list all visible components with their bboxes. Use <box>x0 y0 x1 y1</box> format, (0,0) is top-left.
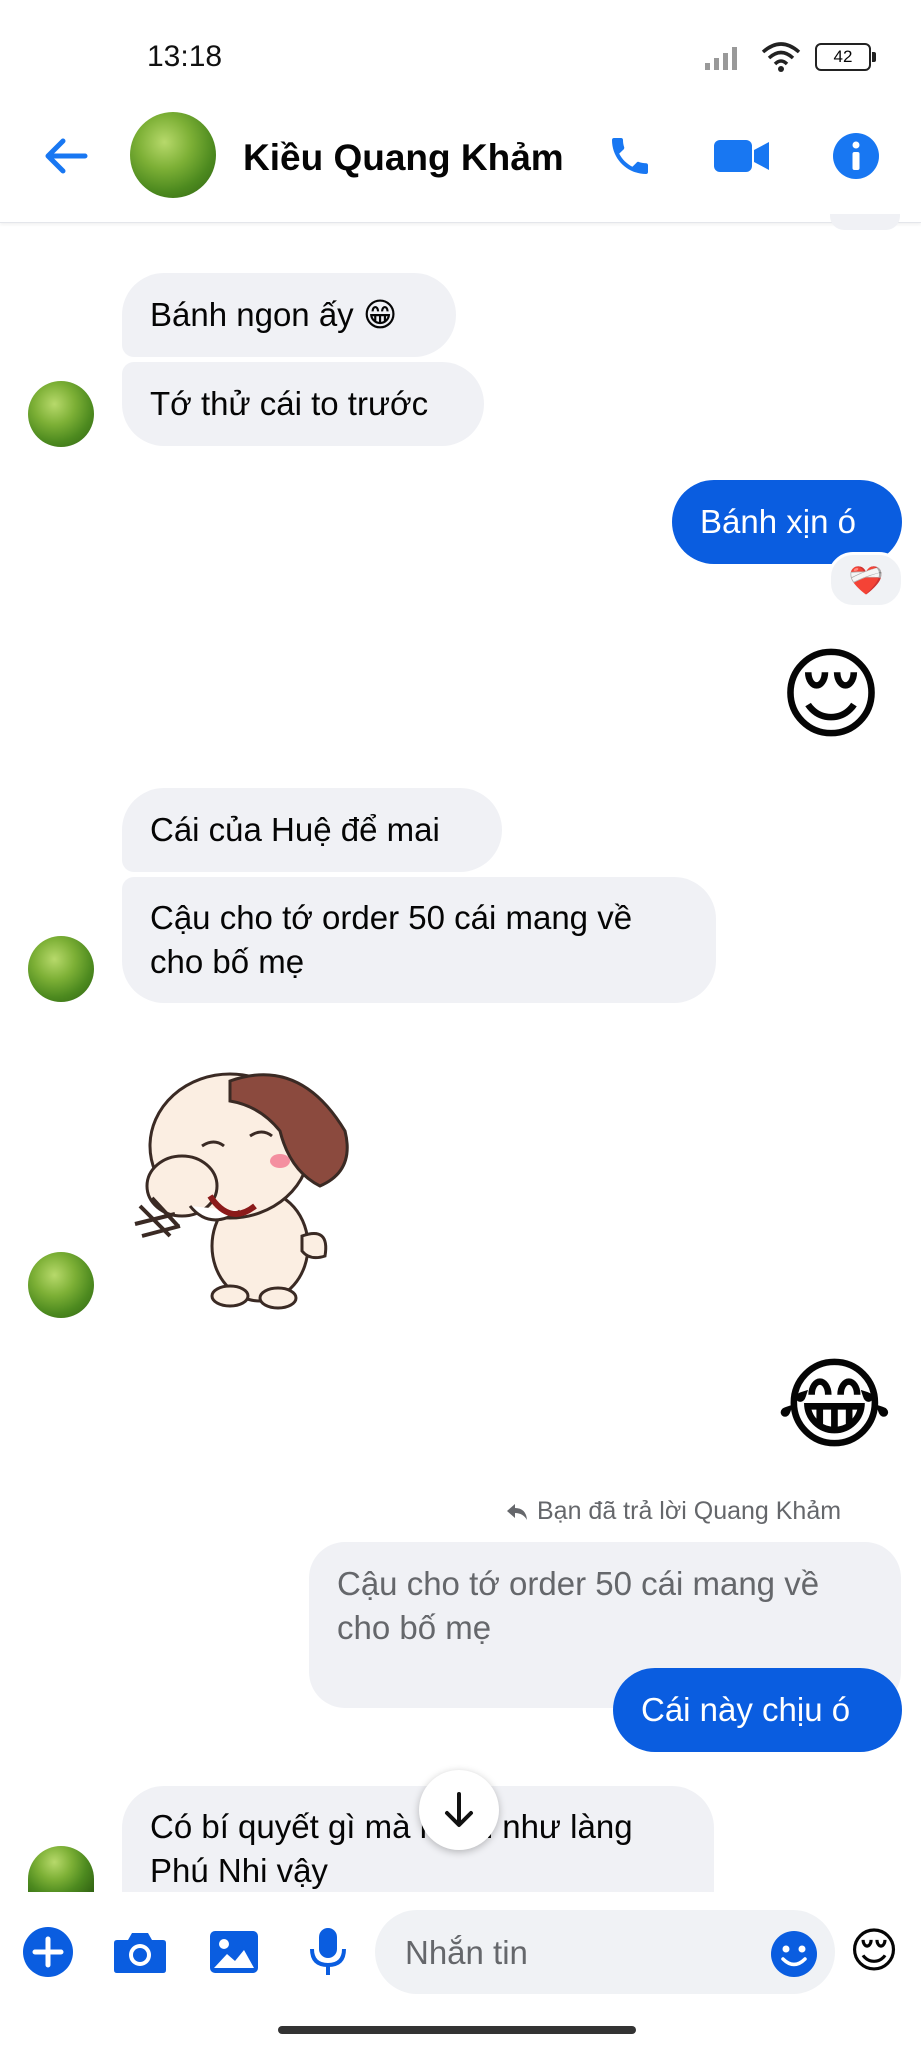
image-icon <box>210 1931 258 1973</box>
wifi-icon <box>761 42 801 72</box>
smiley-icon <box>771 1931 817 1977</box>
relieved-face-icon: 😌 <box>848 1925 900 1978</box>
outgoing-emoji-message[interactable]: 😌 <box>776 640 886 750</box>
outgoing-message[interactable]: Cái này chịu ó <box>613 1668 902 1752</box>
battery-level: 42 <box>833 47 853 66</box>
camera-icon <box>114 1933 166 1973</box>
sender-avatar[interactable] <box>28 1846 94 1892</box>
reply-indicator: Bạn đã trả lời Quang Khảm <box>505 1497 841 1526</box>
message-text: Bánh xịn ó <box>700 503 856 540</box>
incoming-message[interactable]: Có bí quyết gì mà ngon như làng Phú Nhi … <box>122 1786 714 1892</box>
tears-of-joy-icon: 😂 <box>776 1349 893 1461</box>
incoming-message[interactable]: Bánh ngon ấy 😁 <box>122 273 456 357</box>
scroll-to-bottom-button[interactable] <box>419 1770 499 1850</box>
signal-icon <box>705 47 737 70</box>
more-actions-button[interactable] <box>20 1924 76 1980</box>
sender-avatar[interactable] <box>28 936 94 1002</box>
status-time: 13:18 <box>147 40 223 73</box>
incoming-message[interactable]: Tớ thử cái to trước <box>122 362 484 446</box>
gallery-button[interactable] <box>206 1924 262 1980</box>
message-text-line: cho bố mẹ <box>150 943 305 980</box>
voice-message-button[interactable] <box>300 1924 356 1980</box>
relieved-face-icon: 😌 <box>778 639 884 751</box>
sender-avatar[interactable] <box>28 1252 94 1318</box>
outgoing-emoji-message[interactable]: 😂 <box>776 1350 893 1460</box>
battery-indicator: 42 <box>815 43 876 71</box>
message-text-line: Cậu cho tớ order 50 cái mang về <box>150 899 633 936</box>
quick-reaction-button[interactable]: 😌 <box>844 1922 904 1982</box>
status-icons: 42 <box>703 42 876 72</box>
info-icon <box>833 133 879 179</box>
camera-button[interactable] <box>112 1924 168 1980</box>
previous-message-edge <box>830 214 900 230</box>
microphone-icon <box>310 1928 346 1975</box>
quoted-text-line: Cậu cho tớ order 50 cái mang về <box>337 1565 820 1602</box>
heart-reaction-icon: ❤️‍🩹 <box>848 564 884 596</box>
dog-sticker-icon <box>134 1072 349 1310</box>
reply-arrow-icon <box>507 1503 527 1520</box>
info-button[interactable] <box>828 128 884 184</box>
incoming-message[interactable]: Cậu cho tớ order 50 cái mang về cho bố m… <box>122 877 716 1003</box>
arrow-down-icon <box>445 1792 473 1827</box>
incoming-message[interactable]: Cái của Huệ để mai <box>122 788 502 872</box>
message-input-placeholder: Nhắn tin <box>405 1934 528 1971</box>
back-arrow-icon <box>45 138 88 174</box>
video-call-button[interactable] <box>712 128 772 184</box>
message-text-line: Có bí quyết gì mà ngon như làng <box>150 1808 633 1845</box>
reaction-badge[interactable]: ❤️‍🩹 <box>828 552 904 608</box>
contact-name[interactable]: Kiều Quang Khảm <box>243 137 564 179</box>
message-text: Bánh ngon ấy 😁 <box>150 296 398 333</box>
emoji-picker-button[interactable] <box>764 1926 824 1982</box>
back-button[interactable] <box>38 128 94 184</box>
dog-sticker[interactable] <box>130 1036 370 1316</box>
message-text: Cái này chịu ó <box>641 1691 851 1728</box>
message-text: Cái của Huệ để mai <box>150 811 440 848</box>
quoted-text-line: cho bố mẹ <box>337 1609 492 1646</box>
plus-circle-icon <box>23 1927 73 1977</box>
sender-avatar[interactable] <box>28 381 94 447</box>
message-text-line: Phú Nhi vậy <box>150 1852 328 1889</box>
message-text: Tớ thử cái to trước <box>150 385 429 422</box>
voice-call-button[interactable] <box>602 128 658 184</box>
video-camera-icon <box>714 140 769 172</box>
phone-icon <box>612 138 648 174</box>
reply-note-text: Bạn đã trả lời Quang Khảm <box>537 1497 842 1525</box>
home-indicator[interactable] <box>278 2026 636 2034</box>
contact-avatar[interactable] <box>130 112 216 198</box>
